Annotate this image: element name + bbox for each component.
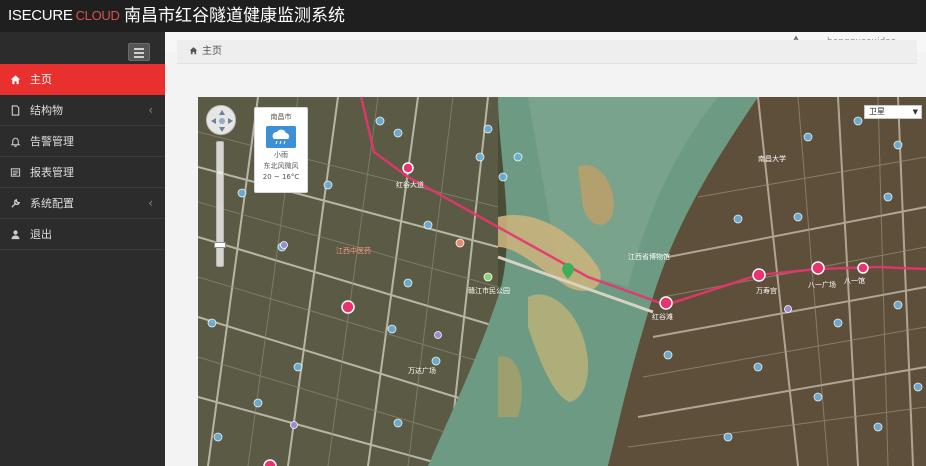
zoom-slider-handle[interactable] [214, 242, 226, 248]
breadcrumb: 主页 [177, 40, 917, 64]
sidebar: 主页 结构物 ‹ 告警管理 报表管理 系统配置 ‹ 退出 [0, 32, 165, 466]
sidebar-item-label: 结构物 [30, 104, 63, 117]
brand-logo[interactable]: ISECURE CLOUD [8, 6, 120, 26]
weather-city: 南昌市 [270, 113, 292, 121]
map-label: 八一广场 [808, 280, 836, 289]
map-label: 南昌大学 [758, 154, 786, 163]
map-label: 八一馆 [844, 276, 865, 285]
sidebar-item-label: 系统配置 [30, 197, 74, 210]
logo-sub-text: CLOUD [75, 8, 120, 23]
map-zoom-slider[interactable] [214, 141, 226, 267]
sidebar-item-label: 退出 [30, 228, 52, 241]
sidebar-item-system-config[interactable]: 系统配置 ‹ [0, 188, 165, 219]
rain-cloud-icon [266, 126, 296, 148]
logo-main-text: ISECURE [8, 7, 73, 24]
map-label: 江西省博物馆 [628, 252, 670, 261]
map-layer-select[interactable]: 卫星 ▼ [864, 105, 922, 119]
map-label: 红谷滩 [652, 312, 673, 321]
weather-wind: 东北风微风 [263, 162, 299, 170]
weather-condition: 小雨 [274, 151, 288, 159]
map-label: 江西中医药 [336, 246, 371, 255]
weather-widget: 南昌市 小雨 东北风微风 20 ~ 16°C [254, 107, 308, 193]
map-label: 万寿宫 [756, 286, 777, 295]
top-bar: ISECURE CLOUD 南昌市红谷隧道健康监测系统 [0, 0, 926, 32]
map-label: 红谷大道 [396, 180, 424, 189]
weather-temperature: 20 ~ 16°C [262, 173, 300, 181]
pan-arrows-icon [211, 110, 233, 132]
caret-down-icon: ▼ [912, 108, 918, 116]
home-icon [189, 47, 198, 55]
document-icon [11, 105, 20, 116]
report-icon [10, 168, 21, 177]
sidebar-item-structures[interactable]: 结构物 ‹ [0, 95, 165, 126]
breadcrumb-home-link[interactable]: 主页 [202, 46, 222, 57]
home-icon [10, 75, 21, 85]
sidebar-item-alarms[interactable]: 告警管理 [0, 126, 165, 157]
sidebar-item-reports[interactable]: 报表管理 [0, 157, 165, 188]
map-label: 赣江市民公园 [468, 286, 510, 295]
wrench-icon [11, 199, 20, 208]
sidebar-item-home[interactable]: 主页 [0, 64, 165, 95]
user-icon [11, 230, 20, 240]
sidebar-item-label: 告警管理 [30, 135, 74, 148]
map-layer-value: 卫星 [869, 107, 885, 116]
sidebar-item-label: 报表管理 [30, 166, 74, 179]
chevron-left-icon: ‹ [148, 103, 153, 117]
app-title: 南昌市红谷隧道健康监测系统 [124, 6, 345, 26]
sidebar-item-label: 主页 [30, 73, 52, 86]
sidebar-toggle-button[interactable] [128, 43, 150, 61]
sidebar-menu: 主页 结构物 ‹ 告警管理 报表管理 系统配置 ‹ 退出 [0, 64, 165, 250]
bell-icon [10, 137, 21, 147]
map-pan-control[interactable] [206, 105, 236, 135]
map-view[interactable]: 红谷大道 万寿宫 八一广场 赣江市民公园 江西省博物馆 江西中医药 红谷滩 南昌… [198, 97, 926, 466]
sidebar-item-logout[interactable]: 退出 [0, 219, 165, 250]
map-label: 万达广场 [408, 366, 436, 375]
chevron-left-icon: ‹ [148, 196, 153, 210]
